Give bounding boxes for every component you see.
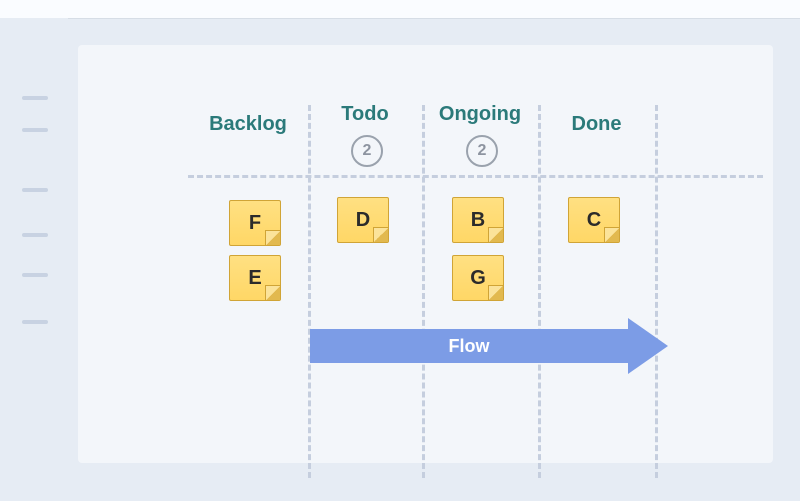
wip-limit-todo: 2 bbox=[351, 135, 383, 167]
column-divider bbox=[538, 105, 541, 478]
sidebar-item-placeholder bbox=[22, 273, 48, 277]
kanban-board: Backlog Todo Ongoing Done 2 2 F E D B G … bbox=[78, 45, 773, 463]
wip-limit-ongoing: 2 bbox=[466, 135, 498, 167]
column-divider bbox=[308, 105, 311, 478]
column-header-ongoing: Ongoing bbox=[422, 103, 538, 126]
card-e[interactable]: E bbox=[229, 255, 281, 301]
sidebar-item-placeholder bbox=[22, 128, 48, 132]
flow-arrow-label: Flow bbox=[310, 329, 628, 363]
app-shell: Backlog Todo Ongoing Done 2 2 F E D B G … bbox=[0, 0, 800, 501]
card-f[interactable]: F bbox=[229, 200, 281, 246]
column-header-done: Done bbox=[538, 113, 655, 136]
column-header-backlog: Backlog bbox=[188, 113, 308, 136]
card-c[interactable]: C bbox=[568, 197, 620, 243]
column-header-todo: Todo bbox=[308, 103, 422, 126]
column-divider bbox=[422, 105, 425, 478]
column-divider bbox=[655, 105, 658, 478]
flow-arrow: Flow bbox=[310, 321, 676, 371]
title-bar bbox=[0, 0, 800, 19]
sidebar-item-placeholder bbox=[22, 188, 48, 192]
card-b[interactable]: B bbox=[452, 197, 504, 243]
sidebar-item-placeholder bbox=[22, 320, 48, 324]
sidebar-item-placeholder bbox=[22, 233, 48, 237]
sidebar-item-placeholder bbox=[22, 96, 48, 100]
arrow-right-icon bbox=[628, 318, 668, 374]
header-divider bbox=[188, 175, 763, 178]
sidebar bbox=[0, 18, 68, 501]
card-d[interactable]: D bbox=[337, 197, 389, 243]
card-g[interactable]: G bbox=[452, 255, 504, 301]
